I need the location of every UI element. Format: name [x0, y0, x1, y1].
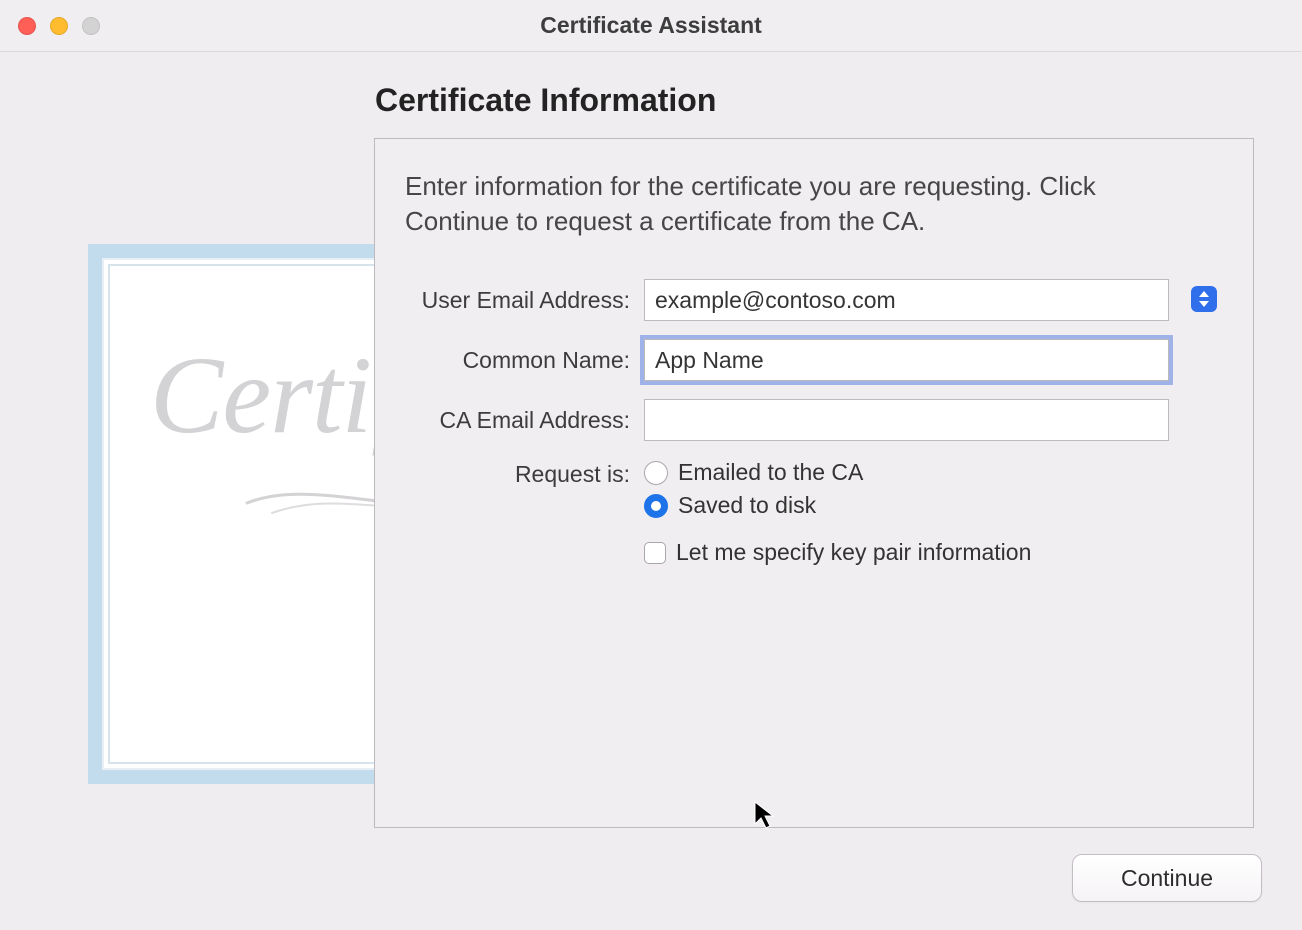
ca-email-input[interactable] [644, 399, 1169, 441]
checkbox-icon [644, 542, 666, 564]
form-panel: Enter information for the certificate yo… [374, 138, 1254, 828]
user-email-dropdown-icon[interactable] [1191, 286, 1217, 312]
content-area: Certificate Information Certificate Ente… [0, 52, 1302, 157]
row-ca-email: CA Email Address: [405, 399, 1223, 441]
panel-instructions: Enter information for the certificate yo… [405, 169, 1195, 239]
close-window-button[interactable] [18, 17, 36, 35]
row-common-name: Common Name: [405, 339, 1223, 381]
label-user-email: User Email Address: [405, 287, 630, 314]
titlebar: Certificate Assistant [0, 0, 1302, 52]
radio-saved-to-disk[interactable]: Saved to disk [644, 492, 1031, 519]
radio-icon [644, 461, 668, 485]
checkbox-label: Let me specify key pair information [676, 539, 1031, 566]
minimize-window-button[interactable] [50, 17, 68, 35]
radio-label: Emailed to the CA [678, 459, 863, 486]
window-title: Certificate Assistant [0, 12, 1302, 39]
radio-icon [644, 494, 668, 518]
common-name-input[interactable] [644, 339, 1169, 381]
checkbox-specify-keypair[interactable]: Let me specify key pair information [644, 539, 1031, 566]
label-request-is: Request is: [405, 459, 630, 488]
label-common-name: Common Name: [405, 347, 630, 374]
row-user-email: User Email Address: [405, 279, 1223, 321]
user-email-combobox[interactable] [644, 279, 1169, 321]
button-row: Continue [1072, 854, 1262, 902]
label-ca-email: CA Email Address: [405, 407, 630, 434]
row-request-is: Request is: Emailed to the CA Saved to d… [405, 459, 1223, 566]
page-heading: Certificate Information [375, 82, 1262, 119]
window-controls [18, 17, 100, 35]
continue-button[interactable]: Continue [1072, 854, 1262, 902]
radio-label: Saved to disk [678, 492, 816, 519]
zoom-window-button[interactable] [82, 17, 100, 35]
radio-emailed-to-ca[interactable]: Emailed to the CA [644, 459, 1031, 486]
